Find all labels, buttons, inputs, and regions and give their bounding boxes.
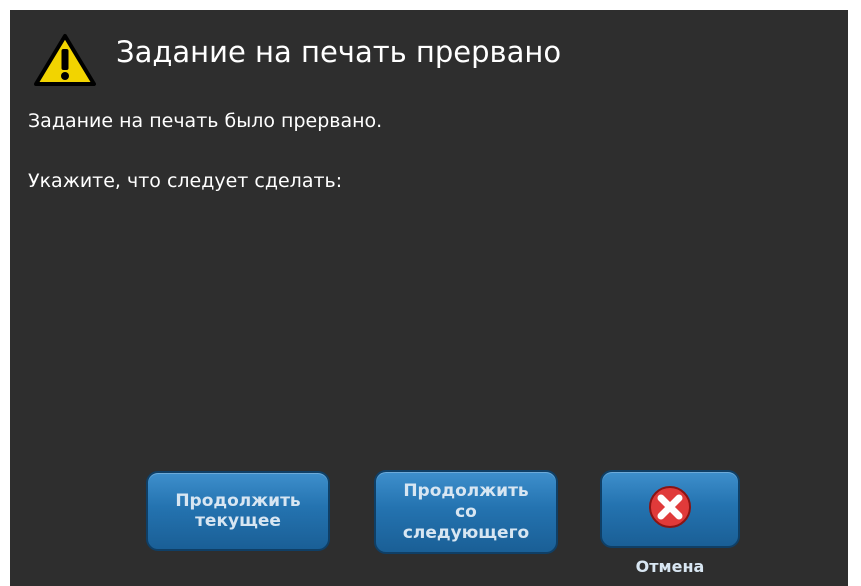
continue-next-label-line1: Продолжить [403,480,529,501]
dialog-header: Задание на печать прервано [10,10,848,92]
cancel-label: Отмена [635,557,705,576]
message-interrupted: Задание на печать было прервано. [28,110,383,132]
print-interrupted-dialog: Задание на печать прервано Задание на пе… [10,10,848,586]
warning-icon [32,32,98,88]
cancel-button[interactable] [600,470,740,548]
dialog-title: Задание на печать прервано [116,35,562,69]
continue-current-label-line1: Продолжить [175,491,301,511]
continue-current-button[interactable]: Продолжить текущее [146,471,330,551]
close-icon [639,482,701,537]
continue-next-button[interactable]: Продолжить со следующего [374,470,558,554]
continue-next-label-line2: со [455,501,477,522]
continue-next-label-line3: следующего [402,522,530,543]
message-instruction: Укажите, что следует сделать: [28,170,343,192]
continue-current-label-line2: текущее [195,511,281,531]
